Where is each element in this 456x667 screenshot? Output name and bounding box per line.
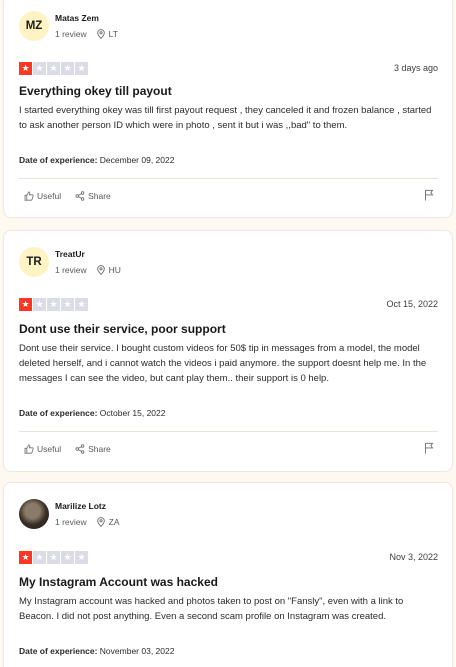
star-icon: ★ (47, 62, 60, 75)
reviewer-meta: 1 review LT (55, 27, 118, 41)
avatar[interactable] (19, 499, 49, 529)
experience-label: Date of experience: (19, 646, 98, 656)
divider (19, 178, 438, 179)
star-icon: ★ (47, 298, 60, 311)
review-title[interactable]: Everything okey till payout (19, 84, 172, 98)
reviewer-meta: 1 review ZA (55, 515, 120, 529)
review-count: 1 review (55, 516, 87, 527)
avatar[interactable]: TR (19, 247, 49, 277)
star-icon: ★ (61, 298, 74, 311)
reviewer-name[interactable]: TreatUr (55, 248, 121, 260)
thumbs-up-icon (24, 191, 34, 201)
date-of-experience: Date of experience: December 09, 2022 (19, 155, 174, 165)
review-card: TR TreatUr 1 review HU ★ ★ ★ ★ ★ Oct 15,… (3, 230, 453, 472)
flag-icon[interactable] (424, 189, 434, 201)
star-icon: ★ (19, 551, 32, 564)
share-button[interactable]: Share (75, 191, 111, 201)
review-card: MZ Matas Zem 1 review LT ★ ★ ★ ★ ★ 3 day… (3, 0, 453, 218)
thumbs-up-icon (24, 444, 34, 454)
experience-date: November 03, 2022 (99, 646, 175, 656)
review-actions: Useful Share (24, 188, 438, 204)
star-icon: ★ (75, 551, 88, 564)
star-icon: ★ (61, 551, 74, 564)
reviewer-header[interactable]: MZ Matas Zem 1 review LT (19, 8, 118, 44)
reviewer-name[interactable]: Matas Zem (55, 12, 118, 24)
experience-date: October 15, 2022 (99, 408, 166, 418)
reviewer-country: LT (108, 28, 118, 39)
useful-label: Useful (37, 191, 62, 201)
useful-button[interactable]: Useful (24, 444, 61, 454)
review-title[interactable]: Dont use their service, poor support (19, 322, 226, 336)
star-rating: ★ ★ ★ ★ ★ (19, 298, 88, 311)
star-icon: ★ (47, 551, 60, 564)
star-rating: ★ ★ ★ ★ ★ (19, 62, 88, 75)
star-icon: ★ (75, 298, 88, 311)
review-card: Marilize Lotz 1 review ZA ★ ★ ★ ★ ★ Nov … (3, 482, 453, 667)
star-icon: ★ (75, 62, 88, 75)
review-title[interactable]: My Instagram Account was hacked (19, 575, 218, 589)
reviewer-name[interactable]: Marilize Lotz (55, 500, 120, 512)
share-icon (75, 444, 85, 454)
review-actions: Useful Share (24, 441, 438, 457)
review-text: Dont use their service. I bought custom … (19, 343, 427, 384)
star-rating: ★ ★ ★ ★ ★ (19, 551, 88, 564)
experience-label: Date of experience: (19, 408, 98, 418)
review-date: Oct 15, 2022 (386, 299, 438, 309)
star-icon: ★ (33, 62, 46, 75)
star-icon: ★ (19, 62, 32, 75)
reviewer-country: HU (108, 264, 121, 275)
flag-icon[interactable] (424, 442, 434, 454)
review-date: 3 days ago (393, 63, 438, 73)
avatar[interactable]: MZ (19, 11, 49, 41)
share-label: Share (88, 191, 111, 201)
useful-button[interactable]: Useful (24, 191, 61, 201)
experience-label: Date of experience: (19, 155, 98, 165)
date-of-experience: Date of experience: November 03, 2022 (19, 646, 174, 656)
share-icon (75, 191, 85, 201)
divider (19, 431, 438, 432)
star-icon: ★ (19, 298, 32, 311)
experience-date: December 09, 2022 (99, 155, 175, 165)
reviewer-meta: 1 review HU (55, 263, 121, 277)
review-count: 1 review (55, 28, 87, 39)
date-of-experience: Date of experience: October 15, 2022 (19, 408, 165, 418)
reviewer-header[interactable]: TR TreatUr 1 review HU (19, 244, 121, 280)
star-icon: ★ (33, 298, 46, 311)
useful-label: Useful (37, 444, 62, 454)
star-icon: ★ (61, 62, 74, 75)
location-pin-icon (96, 28, 105, 39)
review-count: 1 review (55, 264, 87, 275)
share-button[interactable]: Share (75, 444, 111, 454)
review-date: Nov 3, 2022 (389, 552, 438, 562)
reviewer-country: ZA (108, 516, 120, 527)
location-pin-icon (96, 516, 105, 527)
star-icon: ★ (33, 551, 46, 564)
share-label: Share (88, 444, 111, 454)
review-text: I started everything okey was till first… (19, 105, 432, 131)
reviewer-header[interactable]: Marilize Lotz 1 review ZA (19, 496, 120, 532)
location-pin-icon (96, 264, 105, 275)
review-text: My Instagram account was hacked and phot… (19, 596, 404, 622)
